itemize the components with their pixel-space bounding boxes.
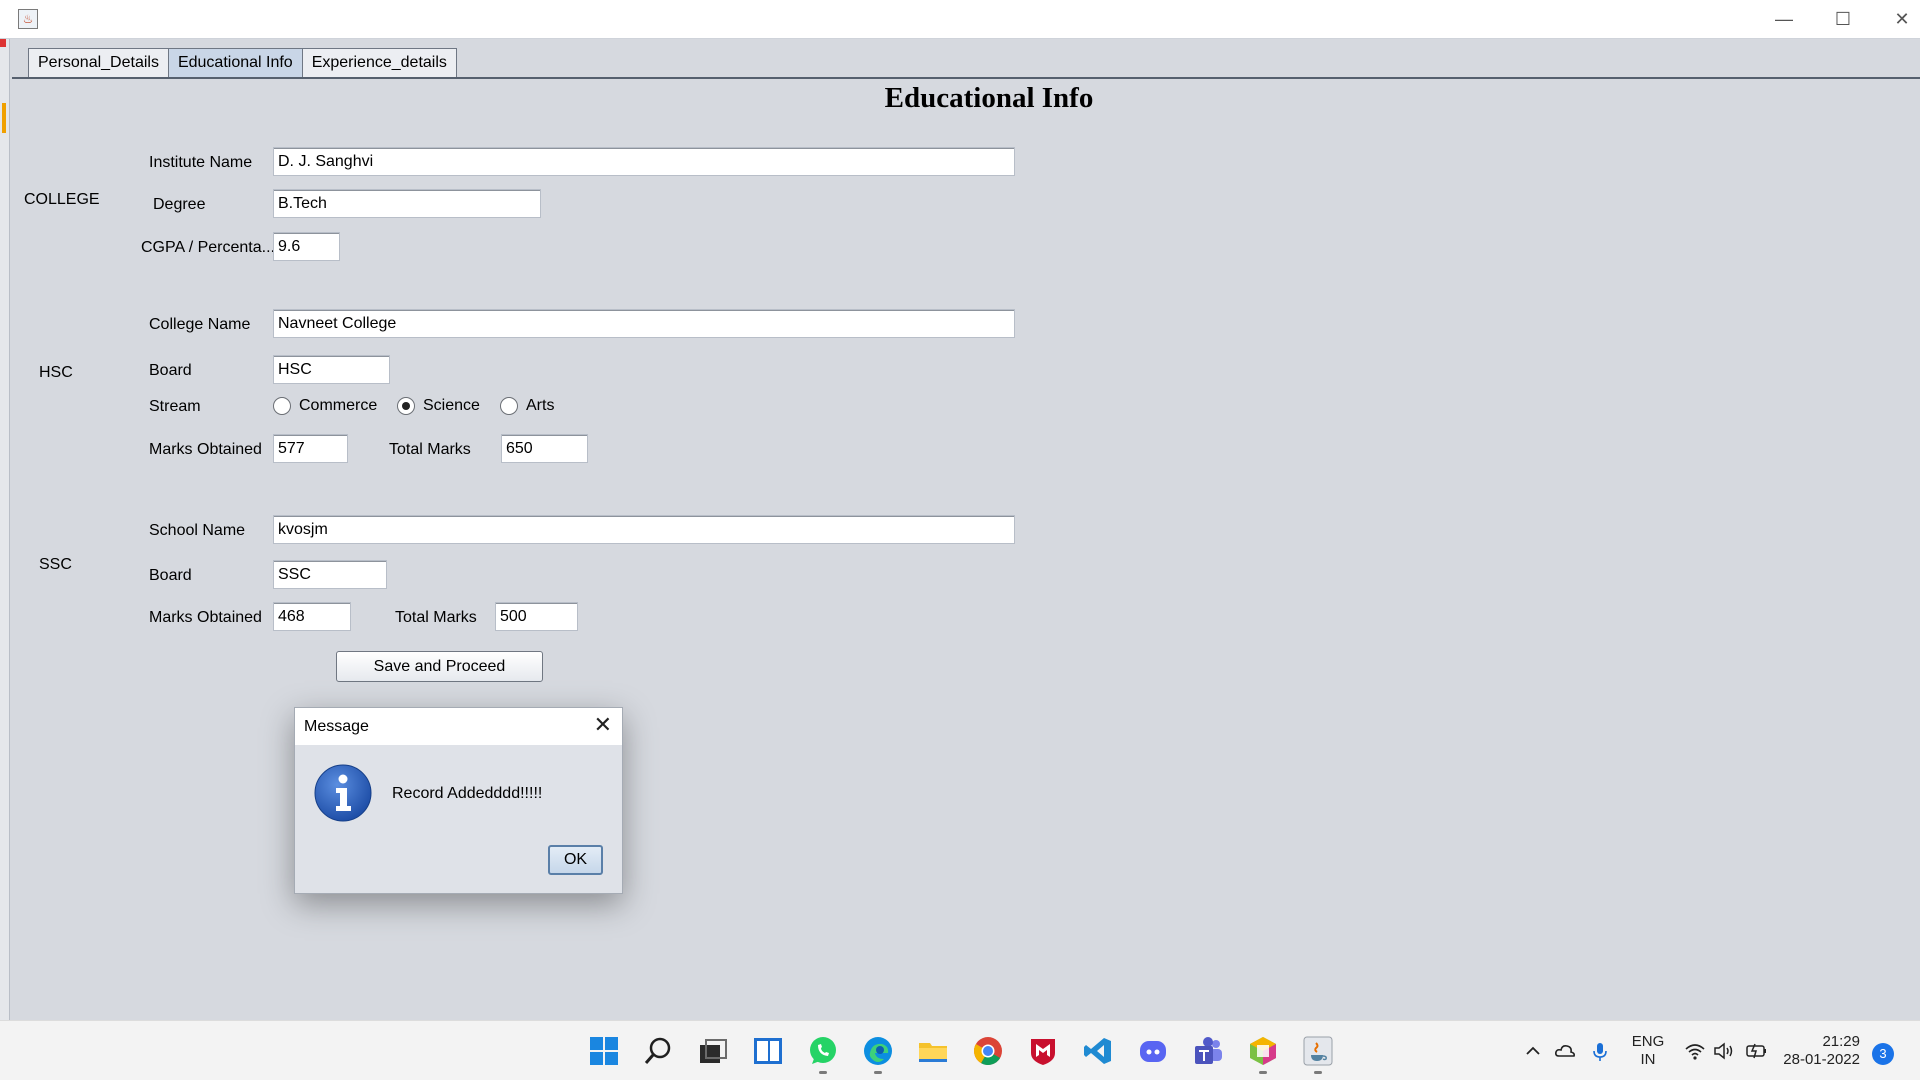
hsc-marks-field[interactable]: 577 xyxy=(273,434,348,463)
running-indicator xyxy=(1314,1071,1322,1074)
ssc-total-label: Total Marks xyxy=(395,609,477,626)
whatsapp-icon[interactable] xyxy=(807,1035,839,1067)
dialog-title: Message xyxy=(304,718,369,735)
stream-radio-commerce[interactable]: Commerce xyxy=(273,397,377,415)
chevron-up-icon[interactable] xyxy=(1525,1043,1541,1059)
maximize-button[interactable]: ☐ xyxy=(1815,0,1871,39)
language-line-2: IN xyxy=(1640,1051,1656,1068)
stream-radio-science[interactable]: Science xyxy=(397,397,480,415)
radio-label-arts: Arts xyxy=(526,397,555,414)
ssc-board-field[interactable]: SSC xyxy=(273,560,387,589)
java-app-icon[interactable]: ♨ xyxy=(18,9,38,29)
message-dialog: Message ✕ Record Addedddd!!!!! OK xyxy=(294,707,623,894)
notification-badge[interactable]: 3 xyxy=(1872,1043,1894,1065)
battery-icon[interactable] xyxy=(1744,1041,1768,1061)
radio-label-science: Science xyxy=(423,397,480,414)
dialog-title-bar: Message ✕ xyxy=(295,708,622,745)
window-title-bar: ♨ — ☐ ✕ xyxy=(0,0,1920,39)
taskbar: ENG IN 21:29 28-01-2022 xyxy=(0,1020,1920,1080)
widgets-icon[interactable] xyxy=(752,1035,784,1067)
radio-unselected-icon[interactable] xyxy=(500,397,518,415)
tab-personal-details[interactable]: Personal_Details xyxy=(28,48,169,78)
ssc-marks-field[interactable]: 468 xyxy=(273,602,351,631)
clock-time: 21:29 xyxy=(1822,1033,1860,1050)
task-view-icon[interactable] xyxy=(697,1035,729,1067)
edge-icon[interactable] xyxy=(862,1035,894,1067)
dialog-message: Record Addedddd!!!!! xyxy=(392,785,543,802)
chrome-icon[interactable] xyxy=(972,1035,1004,1067)
hsc-marks-label: Marks Obtained xyxy=(149,441,262,458)
vscode-icon[interactable] xyxy=(1082,1035,1114,1067)
hsc-board-label: Board xyxy=(149,362,192,379)
ssc-board-label: Board xyxy=(149,567,192,584)
save-and-proceed-button[interactable]: Save and Proceed xyxy=(336,651,543,682)
gutter-marker xyxy=(0,39,6,47)
left-gutter xyxy=(0,39,10,1020)
discord-icon[interactable] xyxy=(1137,1035,1169,1067)
stream-label: Stream xyxy=(149,398,201,415)
mcafee-icon[interactable] xyxy=(1027,1035,1059,1067)
java-icon[interactable] xyxy=(1302,1035,1334,1067)
clock-date: 28-01-2022 xyxy=(1783,1051,1860,1068)
clock[interactable]: 21:29 28-01-2022 xyxy=(1780,1033,1860,1069)
hsc-college-name-label: College Name xyxy=(149,316,251,333)
ssc-total-field[interactable]: 500 xyxy=(495,602,578,631)
cgpa-label: CGPA / Percenta... xyxy=(141,239,275,256)
file-explorer-icon[interactable] xyxy=(917,1035,949,1067)
running-indicator xyxy=(819,1071,827,1074)
app-cube-icon[interactable] xyxy=(1247,1035,1279,1067)
dialog-close-icon[interactable]: ✕ xyxy=(594,714,612,736)
microphone-icon[interactable] xyxy=(1591,1041,1609,1063)
language-indicator[interactable]: ENG IN xyxy=(1630,1033,1666,1069)
ssc-section-label: SSC xyxy=(39,556,72,573)
stream-radio-arts[interactable]: Arts xyxy=(500,397,554,415)
hsc-college-name-field[interactable]: Navneet College xyxy=(273,309,1015,338)
minimize-button[interactable]: — xyxy=(1756,0,1812,39)
teams-icon[interactable] xyxy=(1192,1035,1224,1067)
tab-educational-info[interactable]: Educational Info xyxy=(167,48,303,78)
tab-experience-details[interactable]: Experience_details xyxy=(301,48,457,78)
school-name-field[interactable]: kvosjm xyxy=(273,515,1015,544)
degree-field[interactable]: B.Tech xyxy=(273,189,541,218)
radio-selected-icon[interactable] xyxy=(397,397,415,415)
running-indicator xyxy=(874,1071,882,1074)
wifi-icon[interactable] xyxy=(1684,1041,1706,1061)
radio-label-commerce: Commerce xyxy=(299,397,378,414)
tab-strip: Personal_Details Educational Info Experi… xyxy=(28,48,457,78)
cgpa-field[interactable]: 9.6 xyxy=(273,232,340,261)
tab-divider xyxy=(12,77,1920,79)
running-indicator xyxy=(1259,1071,1267,1074)
institute-name-field[interactable]: D. J. Sanghvi xyxy=(273,147,1015,176)
info-icon xyxy=(314,764,372,822)
radio-unselected-icon[interactable] xyxy=(273,397,291,415)
start-icon[interactable] xyxy=(588,1035,620,1067)
ssc-marks-label: Marks Obtained xyxy=(149,609,262,626)
cloud-icon[interactable] xyxy=(1554,1041,1576,1061)
school-name-label: School Name xyxy=(149,522,246,539)
page-title: Educational Info xyxy=(884,82,1094,114)
hsc-total-field[interactable]: 650 xyxy=(501,434,588,463)
degree-label: Degree xyxy=(153,196,206,213)
hsc-section-label: HSC xyxy=(39,364,73,381)
hsc-board-field[interactable]: HSC xyxy=(273,355,390,384)
search-icon[interactable] xyxy=(642,1035,674,1067)
language-line-1: ENG xyxy=(1631,1033,1665,1050)
ok-button[interactable]: OK xyxy=(548,845,603,875)
college-section-label: COLLEGE xyxy=(24,191,100,208)
hsc-total-label: Total Marks xyxy=(389,441,471,458)
volume-icon[interactable] xyxy=(1713,1041,1735,1061)
close-window-button[interactable]: ✕ xyxy=(1874,0,1920,39)
institute-name-label: Institute Name xyxy=(149,154,253,171)
